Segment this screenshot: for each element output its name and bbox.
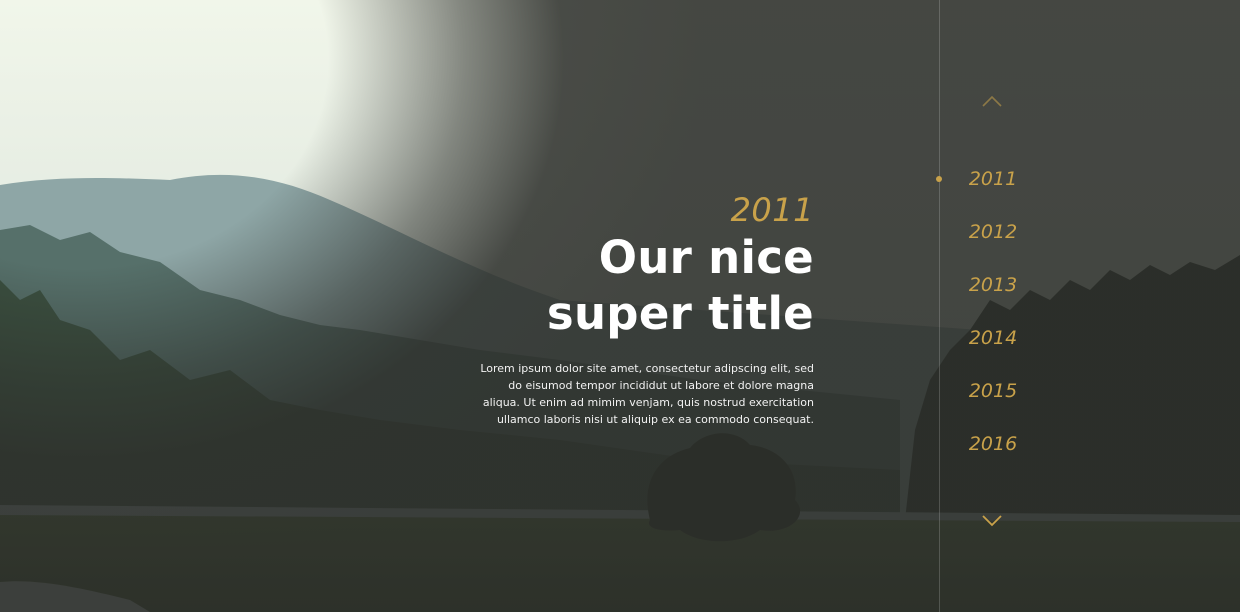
timeline-year-2012[interactable]: 2012 — [960, 219, 1026, 272]
timeline-track — [939, 0, 940, 612]
description-line-4: ullamco laboris nisi ut aliquip ex ea co… — [496, 413, 814, 426]
description-line-1: Lorem ipsum dolor site amet, consectetur… — [480, 362, 814, 375]
timeline-slider: 2011 Our nice super title Lorem ipsum do… — [0, 0, 1240, 612]
timeline-year-2014[interactable]: 2014 — [960, 325, 1026, 378]
timeline-year-2011[interactable]: 2011 — [960, 166, 1026, 219]
slide-title-line-1: Our nice — [598, 231, 814, 284]
slide-title: Our nice super title — [474, 230, 814, 342]
description-line-2: do eisumod tempor incididut ut labore et… — [508, 379, 814, 392]
description-line-3: aliqua. Ut enim ad mimim venjam, quis no… — [482, 396, 814, 409]
slide-content: 2011 Our nice super title Lorem ipsum do… — [474, 190, 814, 428]
slide-year: 2011 — [730, 191, 814, 229]
slide-description: Lorem ipsum dolor site amet, consectetur… — [474, 360, 814, 428]
chevron-up-icon[interactable] — [981, 94, 1003, 108]
chevron-down-icon[interactable] — [981, 514, 1003, 528]
slide-title-line-2: super title — [546, 287, 814, 340]
timeline-active-dot — [936, 176, 942, 182]
timeline-year-2013[interactable]: 2013 — [960, 272, 1026, 325]
timeline-year-list: 2011 2012 2013 2014 2015 2016 — [960, 166, 1026, 484]
timeline-year-2016[interactable]: 2016 — [960, 431, 1026, 484]
timeline-year-2015[interactable]: 2015 — [960, 378, 1026, 431]
